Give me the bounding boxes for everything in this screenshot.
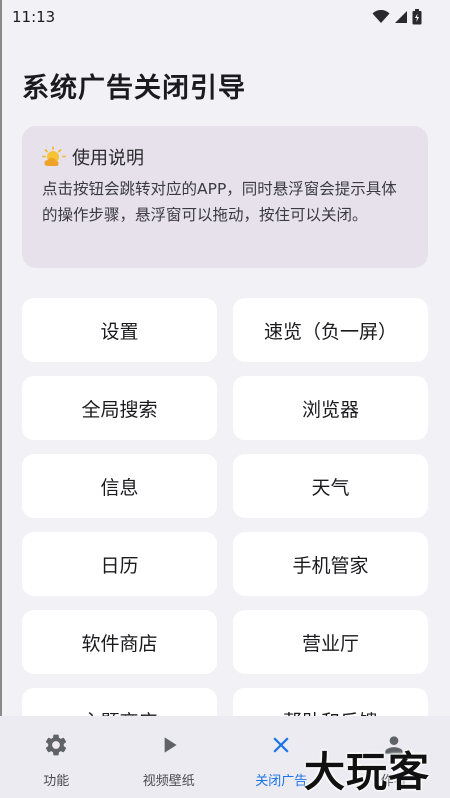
info-card: 使用说明 点击按钮会跳转对应的APP，同时悬浮窗会提示具体的操作步骤，悬浮窗可以… bbox=[22, 126, 428, 268]
battery-icon bbox=[412, 9, 422, 25]
signal-icon bbox=[395, 11, 407, 23]
close-icon bbox=[268, 732, 294, 758]
nav-item-features[interactable]: 功能 bbox=[0, 716, 113, 798]
wifi-icon bbox=[372, 10, 390, 23]
app-store-button[interactable]: 软件商店 bbox=[22, 610, 217, 674]
service-hall-button[interactable]: 营业厅 bbox=[233, 610, 428, 674]
info-card-header: 使用说明 bbox=[42, 144, 410, 170]
status-icons bbox=[372, 9, 422, 25]
status-bar: 11:13 bbox=[0, 0, 450, 34]
info-card-title: 使用说明 bbox=[72, 148, 144, 169]
phone-manager-button[interactable]: 手机管家 bbox=[233, 532, 428, 596]
status-time: 11:13 bbox=[12, 8, 56, 26]
calendar-button[interactable]: 日历 bbox=[22, 532, 217, 596]
frame-edge bbox=[0, 0, 2, 798]
info-card-body: 点击按钮会跳转对应的APP，同时悬浮窗会提示具体的操作步骤，悬浮窗可以拖动，按住… bbox=[42, 180, 397, 224]
quick-view-button[interactable]: 速览（负一屏） bbox=[233, 298, 428, 362]
gear-icon bbox=[43, 732, 69, 758]
sun-cloud-icon bbox=[42, 146, 66, 166]
nav-label-features: 功能 bbox=[43, 774, 70, 789]
messages-button[interactable]: 信息 bbox=[22, 454, 217, 518]
settings-button[interactable]: 设置 bbox=[22, 298, 217, 362]
weather-button[interactable]: 天气 bbox=[233, 454, 428, 518]
browser-button[interactable]: 浏览器 bbox=[233, 376, 428, 440]
nav-label-close-ads: 关闭广告 bbox=[255, 774, 308, 789]
play-icon bbox=[156, 732, 182, 758]
page-title: 系统广告关闭引导 bbox=[22, 73, 246, 104]
global-search-button[interactable]: 全局搜索 bbox=[22, 376, 217, 440]
nav-label-video-wallpaper: 视频壁纸 bbox=[142, 774, 195, 789]
button-grid: 设置 速览（负一屏） 全局搜索 浏览器 信息 天气 日历 手机管家 软件商店 营… bbox=[22, 298, 428, 752]
watermark: 大玩客 bbox=[304, 748, 430, 796]
nav-item-video-wallpaper[interactable]: 视频壁纸 bbox=[113, 716, 226, 798]
